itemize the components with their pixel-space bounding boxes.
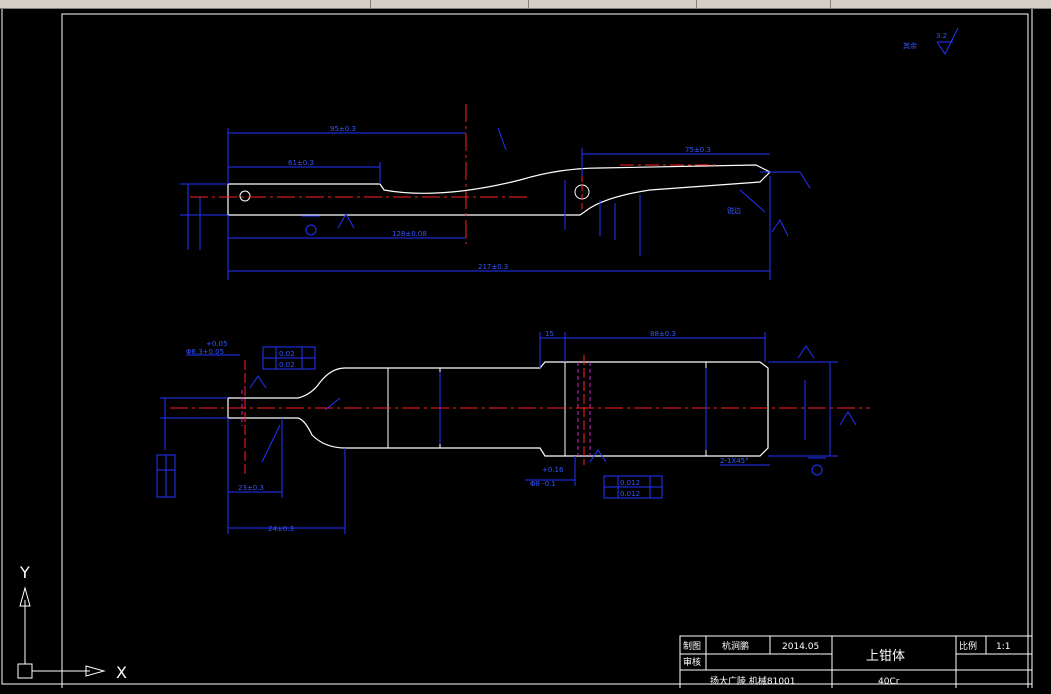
drawing-frame: [1, 9, 1033, 688]
roughness-symbol: 其余 3.2: [903, 27, 959, 55]
dim-88: 88±0.3: [650, 330, 676, 338]
roughness-prefix: 其余: [903, 41, 917, 50]
ucs-y-label: Y: [19, 563, 30, 582]
roughness-value: 3.2: [936, 32, 947, 40]
dim-15: 15: [545, 330, 554, 338]
dim-tol-upper: +0.05: [206, 340, 227, 348]
dim-23: 23±0.3: [238, 484, 264, 492]
geo-tol-1a: 0.02: [279, 350, 295, 358]
dim-hole-dia: Φ6.3+0.05: [186, 348, 224, 356]
toolbar-segment[interactable]: [696, 0, 829, 8]
dim-24: 24±0.3: [268, 525, 294, 533]
bottom-view: 24±0.3 23±0.3 88±0.3 15 +0.05 Φ6.3+0.05 …: [156, 330, 870, 534]
dim-95: 95±0.3: [330, 125, 356, 133]
cad-drawing-canvas[interactable]: 其余 3.2 95±0.3 61±0.3 128±0.08 217±0.3 75…: [0, 9, 1051, 688]
title-designer-name: 杭涧鹏: [722, 640, 749, 652]
dim-217: 217±0.3: [478, 263, 508, 271]
title-material: 40Cr: [878, 677, 900, 687]
dim-bore: Φ8 -0.1: [530, 480, 556, 488]
bottom-part-outline: [227, 361, 769, 457]
geo-tol-1b: 0.02: [279, 361, 295, 369]
title-part-name: 上钳体: [866, 649, 905, 664]
geo-tol-frame-vertical: [156, 454, 176, 498]
title-row2-label: 审核: [683, 656, 701, 668]
dim-chamfer: 2-1X45°: [720, 457, 749, 465]
note-sharp-edge: 锐边: [727, 206, 741, 215]
dim-75: 75±0.3: [685, 146, 711, 154]
window-top-strip: [0, 0, 1051, 9]
geo-tol-2b: 0.012: [620, 490, 640, 498]
top-part-outline: [227, 164, 772, 216]
geo-tol-2a: 0.012: [620, 479, 640, 487]
toolbar-segment[interactable]: [370, 0, 525, 8]
dim-tol-016: +0.16: [542, 466, 564, 474]
toolbar-segment[interactable]: [830, 0, 953, 8]
title-school: 扬大广陵 机械81001: [710, 675, 796, 687]
title-row1-label: 制图: [683, 640, 701, 652]
top-datum-symbols: [302, 212, 789, 237]
ucs-x-label: X: [116, 663, 127, 682]
toolbar-segment[interactable]: [528, 0, 693, 8]
ucs-icon: [17, 586, 106, 679]
command-line-strip[interactable]: [0, 688, 1051, 694]
top-view: 95±0.3 61±0.3 128±0.08 217±0.3 75±0.3 锐边: [180, 104, 811, 280]
title-date: 2014.05: [782, 642, 819, 652]
dim-61: 61±0.3: [288, 159, 314, 167]
dim-128: 128±0.08: [392, 230, 427, 238]
title-scale-value: 1:1: [996, 642, 1010, 652]
title-scale-label: 比例: [959, 640, 977, 652]
top-hole-left: [239, 190, 251, 202]
